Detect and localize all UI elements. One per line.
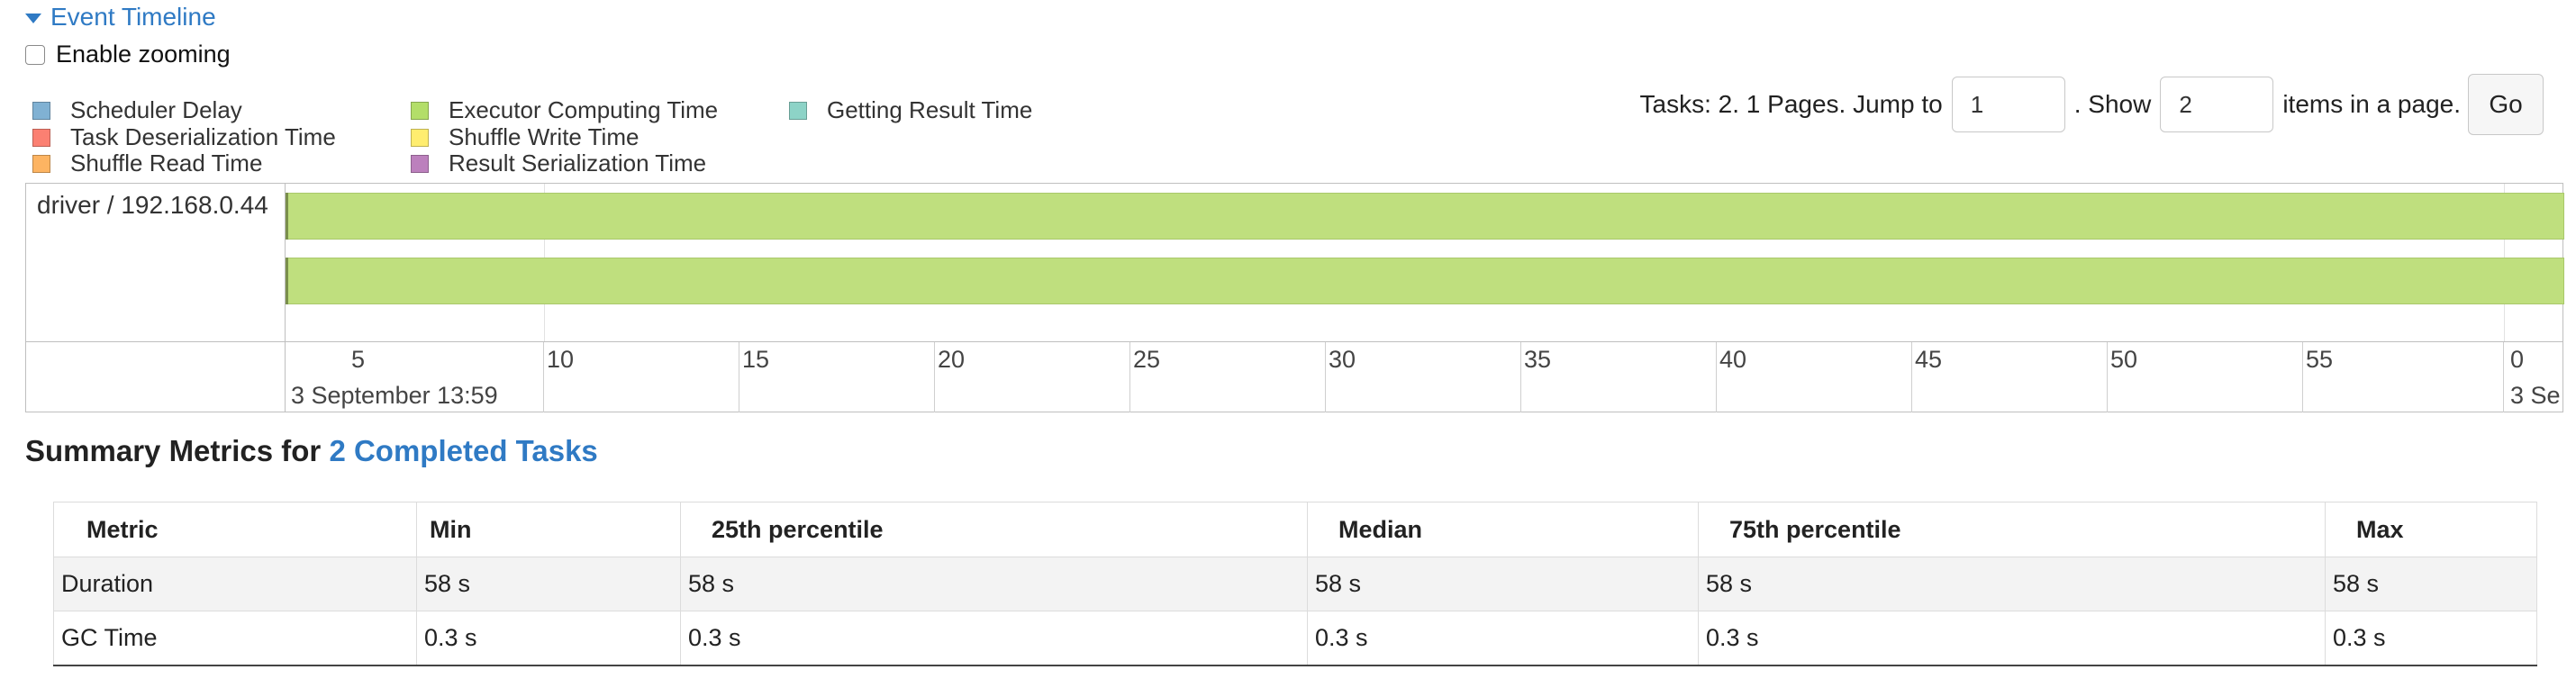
axis-tick-line	[934, 342, 935, 412]
table-cell: Duration	[53, 557, 417, 611]
legend-label: Scheduler Delay	[70, 96, 242, 123]
header-25th-percentile[interactable]: 25th percentile	[680, 502, 1308, 557]
table-cell: 58 s	[1698, 557, 2326, 611]
table-cell: 0.3 s	[416, 611, 681, 666]
legend-shuffle-read: Shuffle Read Time	[32, 149, 262, 177]
pager-show-label: . Show	[2073, 90, 2152, 118]
axis-tick-label: 5	[351, 346, 366, 373]
enable-zooming-checkbox[interactable]	[25, 44, 45, 65]
legend-label: Shuffle Read Time	[70, 149, 263, 177]
table-row: GC Time 0.3 s 0.3 s 0.3 s 0.3 s 0.3 s	[53, 611, 2537, 666]
legend-executor-computing: Executor Computing Time	[411, 96, 718, 124]
axis-tick-label: 35	[1524, 346, 1552, 373]
axis-tick-line	[1325, 342, 1326, 412]
legend-label: Task Deserialization Time	[70, 123, 336, 150]
legend-scheduler-delay: Scheduler Delay	[32, 96, 242, 124]
table-row: Duration 58 s 58 s 58 s 58 s 58 s	[53, 557, 2537, 611]
axis-tick-line	[1716, 342, 1717, 412]
table-cell: 0.3 s	[680, 611, 1308, 666]
axis-tick-line	[1520, 342, 1521, 412]
legend-swatch	[32, 154, 50, 173]
legend-swatch	[411, 128, 429, 147]
summary-metrics-title: Summary Metrics for 2 Completed Tasks	[25, 434, 598, 468]
axis-tick-label: 25	[1133, 346, 1161, 373]
enable-zooming-row[interactable]: Enable zooming	[25, 41, 231, 68]
task-bar-start-marker	[286, 258, 288, 304]
table-cell: 0.3 s	[1698, 611, 2326, 666]
items-per-page-input[interactable]	[2160, 77, 2274, 132]
axis-tick-label: 50	[2110, 346, 2138, 373]
axis-tick-label: 10	[547, 346, 575, 373]
legend-shuffle-write: Shuffle Write Time	[411, 123, 639, 151]
legend-getting-result: Getting Result Time	[789, 96, 1032, 124]
completed-tasks-link[interactable]: 2 Completed Tasks	[329, 434, 597, 467]
timeline-axis-spacer	[26, 342, 286, 412]
table-cell: 58 s	[416, 557, 681, 611]
table-cell: 58 s	[680, 557, 1308, 611]
axis-tick-label: 15	[742, 346, 770, 373]
task-bar[interactable]	[286, 258, 2564, 304]
legend-swatch	[789, 101, 807, 120]
legend-task-deserialization: Task Deserialization Time	[32, 123, 336, 151]
legend-label: Result Serialization Time	[449, 149, 707, 177]
table-cell: 0.3 s	[1307, 611, 1699, 666]
header-min[interactable]: Min	[416, 502, 681, 557]
legend-label: Shuffle Write Time	[449, 123, 639, 150]
axis-tick-line	[2107, 342, 2108, 412]
task-bar-start-marker	[286, 193, 288, 240]
axis-tick-line	[543, 342, 544, 412]
event-timeline-toggle[interactable]: Event Timeline	[25, 3, 216, 32]
axis-tick-label: 55	[2306, 346, 2334, 373]
header-metric[interactable]: Metric	[53, 502, 417, 557]
event-timeline-label: Event Timeline	[50, 3, 216, 31]
axis-tick-line	[1129, 342, 1130, 412]
caret-down-icon	[25, 13, 41, 23]
table-cell: 58 s	[2325, 557, 2537, 611]
legend-swatch	[411, 154, 429, 173]
table-cell: GC Time	[53, 611, 417, 666]
axis-tick-line	[1911, 342, 1912, 412]
enable-zooming-label: Enable zooming	[56, 41, 231, 68]
table-cell: 58 s	[1307, 557, 1699, 611]
axis-tick-line	[2302, 342, 2303, 412]
timeline-axis-divider	[26, 341, 2562, 342]
table-cell: 0.3 s	[2325, 611, 2537, 666]
legend-swatch	[411, 101, 429, 120]
header-median[interactable]: Median	[1307, 502, 1699, 557]
legend-label: Getting Result Time	[827, 96, 1033, 123]
axis-tick-label: 40	[1719, 346, 1747, 373]
timeline-group-column: driver / 192.168.0.44	[26, 184, 286, 341]
legend-result-serialization: Result Serialization Time	[411, 149, 706, 177]
legend-swatch	[32, 128, 50, 147]
axis-tick-label: 30	[1329, 346, 1356, 373]
task-pager: Tasks: 2. 1 Pages. Jump to . Show items …	[1640, 74, 2544, 135]
table-header-row: Metric Min 25th percentile Median 75th p…	[53, 502, 2537, 557]
axis-tick-label: 45	[1915, 346, 1943, 373]
summary-title-prefix: Summary Metrics for	[25, 434, 322, 467]
axis-date-label: 3 September 13:59	[291, 382, 498, 409]
event-timeline-chart[interactable]: driver / 192.168.0.44 5 10 15 20 25 30 3…	[25, 183, 2564, 412]
header-75th-percentile[interactable]: 75th percentile	[1698, 502, 2326, 557]
axis-tick-label: 20	[938, 346, 966, 373]
summary-metrics-table: Metric Min 25th percentile Median 75th p…	[53, 502, 2537, 666]
axis-tick-label: 0	[2510, 346, 2525, 373]
task-bar[interactable]	[286, 193, 2564, 240]
timeline-group-label: driver / 192.168.0.44	[37, 191, 268, 219]
pager-prefix: Tasks: 2. 1 Pages. Jump to	[1639, 90, 1943, 118]
header-max[interactable]: Max	[2325, 502, 2537, 557]
legend-label: Executor Computing Time	[449, 96, 719, 123]
go-button[interactable]: Go	[2468, 74, 2544, 135]
legend-swatch	[32, 101, 50, 120]
axis-tick-line	[2503, 342, 2504, 412]
pager-suffix: items in a page.	[2282, 90, 2461, 118]
axis-date-label: 3 Se	[2510, 382, 2561, 409]
page-jump-input[interactable]	[1951, 77, 2065, 132]
